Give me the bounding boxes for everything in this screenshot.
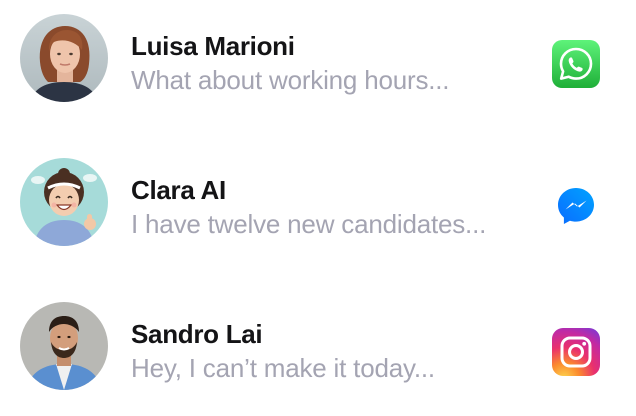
message-preview: I have twelve new candidates... xyxy=(131,209,487,239)
instagram-icon xyxy=(552,328,600,376)
conversation-item-luisa-marioni[interactable]: Luisa Marioni What about working hours..… xyxy=(0,14,636,114)
conversation-list: Luisa Marioni What about working hours..… xyxy=(0,0,636,416)
avatar xyxy=(20,158,108,246)
conversation-item-sandro-lai[interactable]: Sandro Lai Hey, I can’t make it today... xyxy=(0,302,636,402)
ai-cartoon-avatar xyxy=(20,158,108,246)
contact-name: Luisa Marioni xyxy=(131,31,295,61)
message-preview: Hey, I can’t make it today... xyxy=(131,353,435,383)
avatar xyxy=(20,14,108,102)
conversation-item-clara-ai[interactable]: Clara AI I have twelve new candidates... xyxy=(0,158,636,258)
message-preview: What about working hours... xyxy=(131,65,450,95)
whatsapp-icon xyxy=(552,40,600,88)
contact-name: Sandro Lai xyxy=(131,319,263,349)
man-portrait-avatar xyxy=(20,302,108,390)
messenger-icon xyxy=(558,188,594,224)
woman-portrait-avatar xyxy=(20,14,108,102)
avatar xyxy=(20,302,108,390)
contact-name: Clara AI xyxy=(131,175,226,205)
